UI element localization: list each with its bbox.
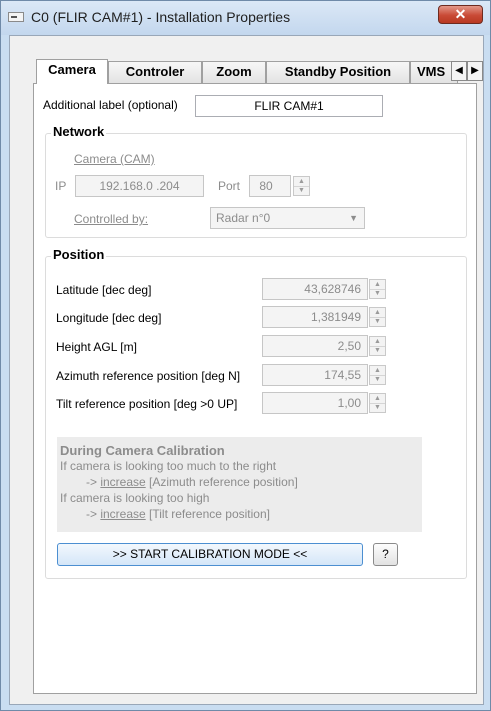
chevron-right-icon: ▶ [471, 65, 479, 76]
calibration-line-2: -> increase [Azimuth reference position] [86, 475, 298, 489]
port-label: Port [218, 179, 241, 193]
calibration-line-3: If camera is looking too high [60, 491, 210, 505]
network-group-title: Network [51, 124, 107, 139]
azimuth-reference-spinner[interactable]: ▲ ▼ [369, 365, 386, 385]
controlled-by-value: Radar n°0 [216, 211, 271, 225]
tab-camera[interactable]: Camera [36, 59, 108, 84]
camera-link[interactable]: Camera (CAM) [74, 152, 155, 166]
calibration-line-4-suffix: [Tilt reference position] [145, 507, 270, 521]
height-agl-spinner[interactable]: ▲ ▼ [369, 336, 386, 356]
spin-down-icon[interactable]: ▼ [294, 186, 309, 195]
calibration-line-4: -> increase [Tilt reference position] [86, 507, 270, 521]
additional-label-caption: Additional label (optional) [43, 98, 178, 112]
spin-down-icon[interactable]: ▼ [370, 289, 385, 298]
spin-down-icon[interactable]: ▼ [370, 346, 385, 355]
chevron-left-icon: ◀ [455, 65, 463, 76]
calibration-line-2-suffix: [Azimuth reference position] [145, 475, 298, 489]
tab-zoom[interactable]: Zoom [202, 61, 266, 83]
tilt-reference-label: Tilt reference position [deg >0 UP] [56, 397, 238, 411]
controlled-by-select[interactable]: Radar n°0 ▼ [210, 207, 365, 229]
tab-controler[interactable]: Controler [108, 61, 202, 83]
tab-standby-position[interactable]: Standby Position [266, 61, 410, 83]
ip-input[interactable]: 192.168.0 .204 [75, 175, 204, 197]
calibration-line-2-link: increase [100, 475, 146, 489]
tab-scroll-left-button[interactable]: ◀ [451, 61, 467, 81]
spin-down-icon[interactable]: ▼ [370, 403, 385, 412]
window-title: C0 (FLIR CAM#1) - Installation Propertie… [31, 9, 291, 25]
controlled-by-link[interactable]: Controlled by: [74, 212, 148, 226]
port-input[interactable]: 80 [249, 175, 291, 197]
app-window-icon[interactable] [8, 12, 24, 22]
calibration-line-1: If camera is looking too much to the rig… [60, 459, 277, 473]
title-bar[interactable]: C0 (FLIR CAM#1) - Installation Propertie… [1, 1, 490, 35]
height-agl-input[interactable]: 2,50 [262, 335, 368, 357]
help-button[interactable]: ? [373, 543, 398, 566]
port-spinner[interactable]: ▲ ▼ [293, 176, 310, 196]
position-group-title: Position [51, 247, 107, 262]
calibration-heading: During Camera Calibration [60, 443, 225, 458]
spin-down-icon[interactable]: ▼ [370, 375, 385, 384]
spin-down-icon[interactable]: ▼ [370, 317, 385, 326]
latitude-input[interactable]: 43,628746 [262, 278, 368, 300]
latitude-spinner[interactable]: ▲ ▼ [369, 279, 386, 299]
additional-label-input[interactable]: FLIR CAM#1 [195, 95, 383, 117]
tab-scroll-right-button[interactable]: ▶ [467, 61, 483, 81]
tilt-reference-spinner[interactable]: ▲ ▼ [369, 393, 386, 413]
close-button[interactable]: ✕ [438, 5, 483, 24]
chevron-down-icon: ▼ [349, 213, 358, 223]
azimuth-reference-input[interactable]: 174,55 [262, 364, 368, 386]
latitude-label: Latitude [dec deg] [56, 283, 152, 297]
start-calibration-button[interactable]: >> START CALIBRATION MODE << [57, 543, 363, 566]
calibration-line-4-link: increase [100, 507, 146, 521]
longitude-spinner[interactable]: ▲ ▼ [369, 307, 386, 327]
longitude-input[interactable]: 1,381949 [262, 306, 368, 328]
ip-label: IP [55, 179, 67, 193]
calibration-line-2-prefix: -> [86, 475, 101, 489]
height-agl-label: Height AGL [m] [56, 340, 137, 354]
longitude-label: Longitude [dec deg] [56, 311, 162, 325]
calibration-line-4-prefix: -> [86, 507, 101, 521]
azimuth-reference-label: Azimuth reference position [deg N] [56, 369, 241, 383]
tilt-reference-input[interactable]: 1,00 [262, 392, 368, 414]
